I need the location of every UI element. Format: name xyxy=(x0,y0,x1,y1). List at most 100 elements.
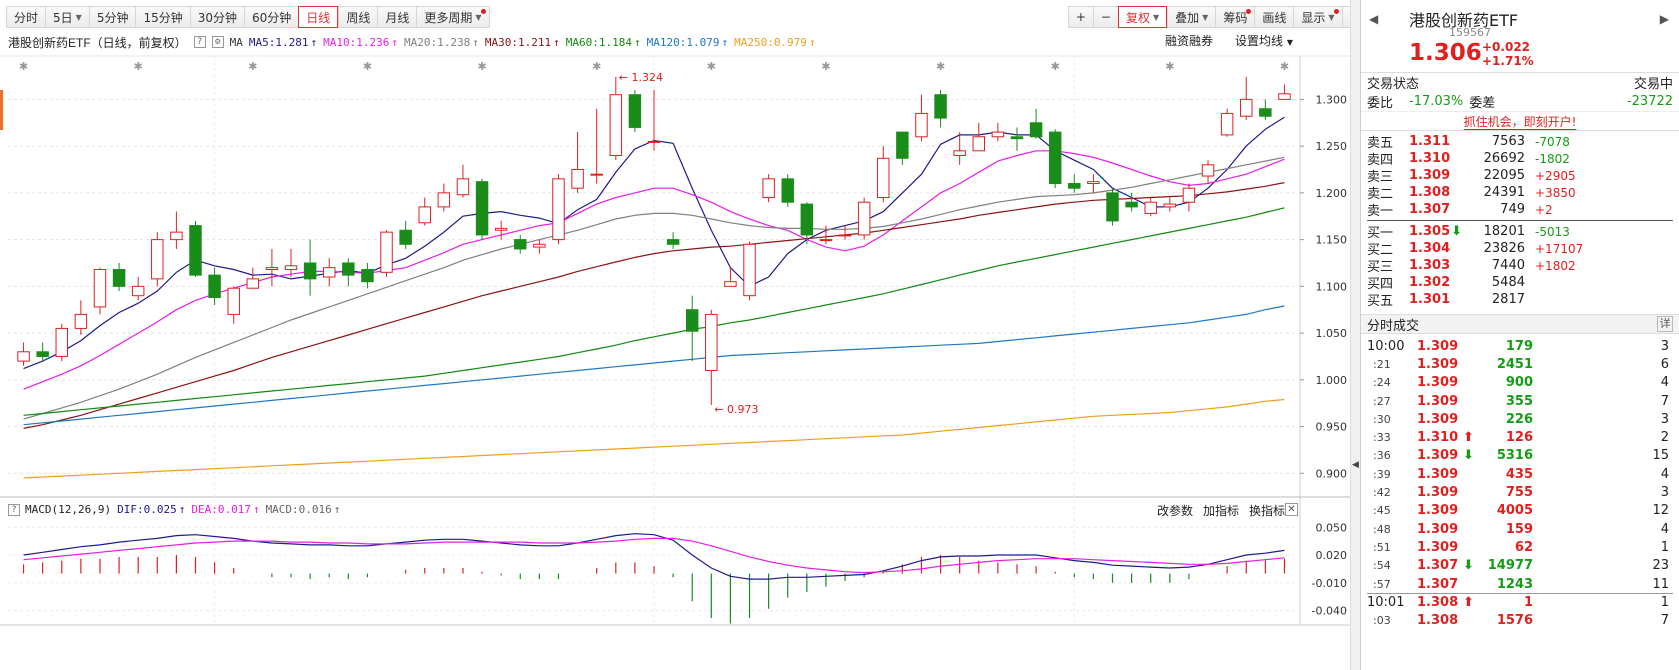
event-marker[interactable]: ✱ xyxy=(592,60,601,73)
candle-body[interactable] xyxy=(628,94,642,128)
event-marker[interactable]: ✱ xyxy=(134,60,143,73)
macd-help-icon[interactable]: ? xyxy=(8,503,20,516)
candle-body[interactable] xyxy=(437,192,451,208)
candle-body[interactable] xyxy=(456,178,470,196)
event-marker[interactable]: ✱ xyxy=(707,60,716,73)
candle-body[interactable] xyxy=(265,267,279,271)
event-marker[interactable]: ✱ xyxy=(19,60,28,73)
kline-chart[interactable]: 1.300 1.250 1.200 1.150 1.100 1.050 1.000 0.950… xyxy=(0,0,1360,670)
candle-body[interactable] xyxy=(1182,187,1196,203)
candle-body[interactable] xyxy=(322,267,336,278)
candle-body[interactable] xyxy=(953,150,966,156)
candle-body[interactable] xyxy=(552,178,565,241)
candle-body[interactable] xyxy=(1048,131,1062,185)
candle-body[interactable] xyxy=(1163,203,1177,208)
candle-body[interactable] xyxy=(74,313,88,329)
candle-body[interactable] xyxy=(1106,192,1119,222)
candle-body[interactable] xyxy=(877,157,890,199)
candle-body[interactable] xyxy=(1144,201,1157,214)
candle-body[interactable] xyxy=(972,136,986,152)
candle-body[interactable] xyxy=(284,265,298,271)
candle-body[interactable] xyxy=(915,112,928,138)
event-marker[interactable]: ✱ xyxy=(1051,60,1060,73)
candle-body[interactable] xyxy=(1068,183,1081,189)
candle-body[interactable] xyxy=(1220,112,1234,136)
candle-body[interactable] xyxy=(1029,122,1043,138)
candle-body[interactable] xyxy=(781,178,794,203)
bids-row[interactable]: 买一 1.305⬇ 18201 -5013 xyxy=(1367,223,1673,241)
candle-body[interactable] xyxy=(819,239,833,242)
candle-body[interactable] xyxy=(1201,164,1215,177)
candle-body[interactable] xyxy=(743,243,756,297)
candle-body[interactable] xyxy=(1010,136,1024,140)
bids-row[interactable]: 买二 1.304 23826 +17107 xyxy=(1367,240,1673,258)
event-marker[interactable]: ✱ xyxy=(477,60,486,73)
candle-body[interactable] xyxy=(685,309,699,332)
candle-body[interactable] xyxy=(55,327,68,357)
candle-body[interactable] xyxy=(991,131,1005,138)
candle-body[interactable] xyxy=(475,181,489,236)
event-marker[interactable]: ✱ xyxy=(363,60,372,73)
candle-body[interactable] xyxy=(571,169,584,189)
candle-body[interactable] xyxy=(131,285,145,297)
candle-body[interactable] xyxy=(380,231,393,273)
bids-row[interactable]: 买三 1.303 7440 +1802 xyxy=(1367,257,1673,275)
candle-body[interactable] xyxy=(17,351,30,362)
candle-body[interactable] xyxy=(666,239,680,245)
candle-body[interactable] xyxy=(857,201,871,236)
asks-row[interactable]: 卖一 1.307 749 +2 xyxy=(1367,201,1673,219)
close-icon[interactable]: ✕ xyxy=(1285,503,1298,516)
macd-link-1[interactable]: 加指标 xyxy=(1203,502,1239,519)
detail-button[interactable]: 详 xyxy=(1657,316,1673,332)
prev-stock-icon[interactable]: ◀ xyxy=(1369,12,1378,26)
candle-body[interactable] xyxy=(724,281,737,287)
candle-body[interactable] xyxy=(189,225,202,276)
candle-body[interactable] xyxy=(208,274,221,299)
candle-body[interactable] xyxy=(151,239,164,280)
candle-body[interactable] xyxy=(112,269,126,287)
macd-link-0[interactable]: 改参数 xyxy=(1157,502,1193,519)
candle-body[interactable] xyxy=(934,94,947,119)
candle-body[interactable] xyxy=(800,203,814,236)
candle-body[interactable] xyxy=(246,278,260,289)
candle-body[interactable] xyxy=(93,269,107,308)
candle-body[interactable] xyxy=(514,239,527,250)
event-marker[interactable]: ✱ xyxy=(936,60,945,73)
candle-body[interactable] xyxy=(705,313,718,371)
event-marker[interactable]: ✱ xyxy=(821,60,830,73)
panel-splitter[interactable]: ◀ xyxy=(1350,0,1360,670)
asks-row[interactable]: 卖三 1.309 22095 +2905 xyxy=(1367,167,1673,185)
event-marker[interactable]: ✱ xyxy=(1280,60,1289,73)
candle-body[interactable] xyxy=(36,351,49,357)
bids-row[interactable]: 买四 1.302 5484 xyxy=(1367,274,1673,292)
collapse-arrow-icon[interactable]: ◀ xyxy=(1352,460,1359,470)
macd-link-2[interactable]: 换指标 xyxy=(1249,502,1285,519)
candle-body[interactable] xyxy=(342,262,355,276)
candle-body[interactable] xyxy=(762,178,775,199)
candle-body[interactable] xyxy=(533,243,546,248)
candle-body[interactable] xyxy=(1259,108,1272,117)
candle-body[interactable] xyxy=(418,206,431,224)
candle-body[interactable] xyxy=(590,173,603,176)
open-account-banner[interactable]: 抓住机会，即刻开户! xyxy=(1361,111,1679,131)
candle-body[interactable] xyxy=(1125,201,1138,208)
candle-body[interactable] xyxy=(227,287,240,315)
candle-body[interactable] xyxy=(399,229,412,245)
candle-body[interactable] xyxy=(896,131,909,159)
candle-body[interactable] xyxy=(170,231,183,241)
candle-body[interactable] xyxy=(647,140,661,143)
candle-body[interactable] xyxy=(1240,98,1253,117)
candle-body[interactable] xyxy=(303,262,317,280)
candle-body[interactable] xyxy=(1278,93,1291,100)
event-marker[interactable]: ✱ xyxy=(248,60,257,73)
asks-row[interactable]: 卖四 1.310 26692 -1802 xyxy=(1367,150,1673,168)
candle-body[interactable] xyxy=(609,94,623,156)
candle-body[interactable] xyxy=(1087,181,1100,185)
bids-row[interactable]: 买五 1.301 2817 xyxy=(1367,291,1673,309)
candle-body[interactable] xyxy=(838,234,852,237)
asks-row[interactable]: 卖二 1.308 24391 +3850 xyxy=(1367,184,1673,202)
candle-body[interactable] xyxy=(494,227,508,231)
event-marker[interactable]: ✱ xyxy=(1165,60,1174,73)
candle-body[interactable] xyxy=(361,269,374,283)
asks-row[interactable]: 卖五 1.311 7563 -7078 xyxy=(1367,133,1673,151)
